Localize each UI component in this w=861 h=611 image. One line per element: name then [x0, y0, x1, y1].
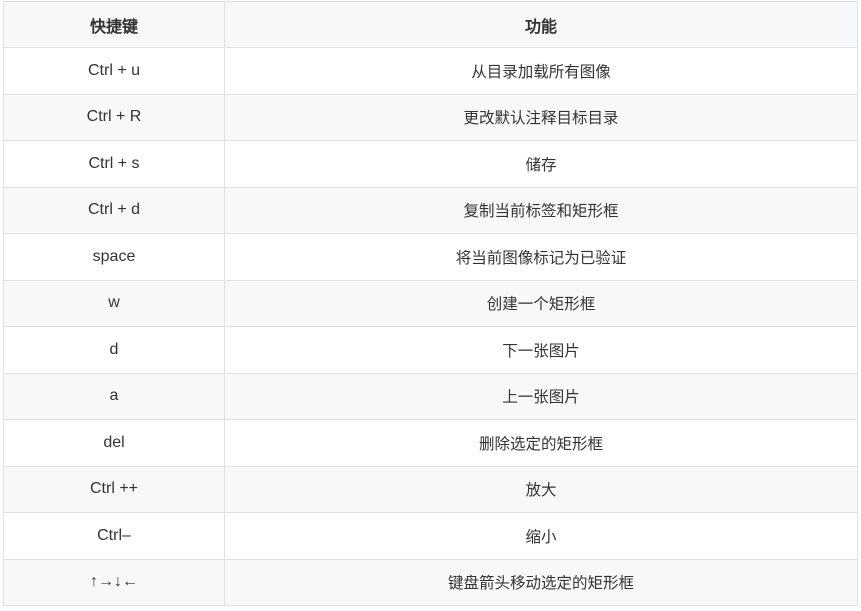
shortcut-table-container: 快捷键 功能 Ctrl + u 从目录加载所有图像 Ctrl + R 更改默认注…	[3, 1, 858, 606]
function-cell: 将当前图像标记为已验证	[224, 233, 858, 281]
header-function: 功能	[224, 1, 858, 48]
shortcut-cell: Ctrl + s	[3, 140, 225, 188]
table-row: del 删除选定的矩形框	[3, 419, 858, 467]
shortcut-cell: del	[3, 419, 225, 467]
table-row: Ctrl + u 从目录加载所有图像	[3, 47, 858, 95]
shortcut-cell: Ctrl + R	[3, 93, 225, 141]
shortcut-cell: Ctrl + d	[3, 186, 225, 234]
table-row: d 下一张图片	[3, 326, 858, 374]
table-body: Ctrl + u 从目录加载所有图像 Ctrl + R 更改默认注释目标目录 C…	[3, 47, 858, 606]
function-cell: 上一张图片	[224, 372, 858, 420]
shortcut-cell: w	[3, 279, 225, 327]
table-row: Ctrl + R 更改默认注释目标目录	[3, 93, 858, 141]
function-cell: 下一张图片	[224, 326, 858, 374]
shortcut-cell: d	[3, 326, 225, 374]
shortcut-cell: space	[3, 233, 225, 281]
function-cell: 更改默认注释目标目录	[224, 93, 858, 141]
table-row: w 创建一个矩形框	[3, 279, 858, 327]
function-cell: 储存	[224, 140, 858, 188]
shortcut-cell: a	[3, 372, 225, 420]
function-cell: 从目录加载所有图像	[224, 47, 858, 95]
table-header: 快捷键 功能	[3, 1, 858, 48]
function-cell: 缩小	[224, 512, 858, 560]
function-cell: 创建一个矩形框	[224, 279, 858, 327]
header-shortcut: 快捷键	[3, 1, 225, 48]
table-row: a 上一张图片	[3, 372, 858, 420]
shortcut-cell: Ctrl–	[3, 512, 225, 560]
function-cell: 放大	[224, 465, 858, 513]
table-row: ↑→↓← 键盘箭头移动选定的矩形框	[3, 558, 858, 606]
shortcut-cell: ↑→↓←	[3, 558, 225, 606]
table-row: Ctrl ++ 放大	[3, 465, 858, 513]
function-cell: 键盘箭头移动选定的矩形框	[224, 558, 858, 606]
table-row: space 将当前图像标记为已验证	[3, 233, 858, 281]
table-row: Ctrl– 缩小	[3, 512, 858, 560]
function-cell: 复制当前标签和矩形框	[224, 186, 858, 234]
table-row: Ctrl + s 储存	[3, 140, 858, 188]
table-row: Ctrl + d 复制当前标签和矩形框	[3, 186, 858, 234]
shortcut-cell: Ctrl ++	[3, 465, 225, 513]
shortcut-table: 快捷键 功能 Ctrl + u 从目录加载所有图像 Ctrl + R 更改默认注…	[3, 1, 858, 606]
shortcut-cell: Ctrl + u	[3, 47, 225, 95]
function-cell: 删除选定的矩形框	[224, 419, 858, 467]
header-row: 快捷键 功能	[3, 1, 858, 48]
